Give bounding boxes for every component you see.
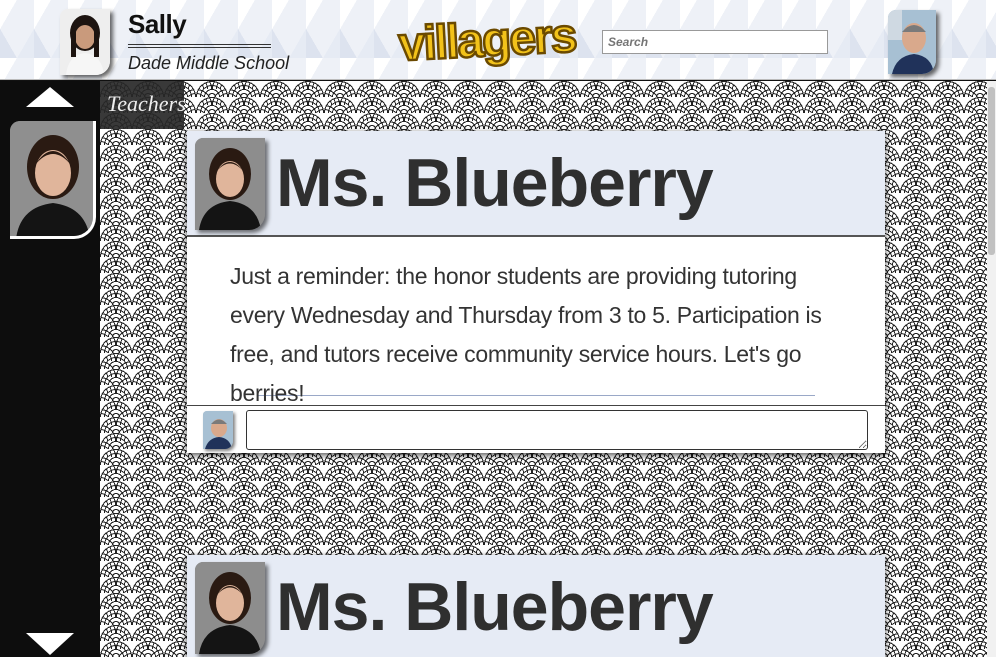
- section-label: Teachers: [100, 81, 186, 129]
- user-name-divider: [128, 44, 271, 48]
- top-header: Sally Dade Middle School villagers: [0, 0, 996, 80]
- account-avatar[interactable]: [888, 10, 936, 74]
- post-header: Ms. Blueberry: [187, 131, 885, 237]
- post-author-name[interactable]: Ms. Blueberry: [276, 567, 714, 647]
- comment-row: [187, 405, 885, 453]
- scrollbar-thumb[interactable]: [988, 87, 995, 255]
- user-school: Dade Middle School: [128, 53, 290, 73]
- post-card: Ms. Blueberry: [187, 555, 885, 657]
- account-photo-icon: [203, 411, 233, 449]
- user-photo-icon: [60, 9, 110, 75]
- user-avatar[interactable]: [60, 9, 110, 75]
- commenter-avatar: [203, 411, 233, 449]
- search-input[interactable]: [602, 30, 828, 54]
- post-author-avatar[interactable]: [195, 138, 265, 230]
- scroll-up-arrow-icon[interactable]: [26, 87, 74, 107]
- logo-text: villagers: [397, 10, 577, 70]
- sidebar-teacher-avatar[interactable]: [10, 121, 96, 239]
- teacher-photo-icon: [195, 562, 265, 654]
- post-author-name[interactable]: Ms. Blueberry: [276, 143, 714, 223]
- post-header: Ms. Blueberry: [187, 555, 885, 657]
- feed-area: Teachers Ms. Blueberry Just a reminder: …: [100, 81, 987, 657]
- post-body: Just a reminder: the honor students are …: [230, 263, 822, 406]
- post-separator: [257, 395, 815, 405]
- page-scrollbar[interactable]: [987, 81, 996, 657]
- scroll-down-arrow-icon[interactable]: [26, 633, 74, 655]
- villagers-logo[interactable]: villagers: [392, 10, 582, 70]
- user-name[interactable]: Sally: [128, 9, 187, 40]
- comment-input[interactable]: [246, 410, 868, 450]
- account-photo-icon: [888, 10, 936, 74]
- post-author-avatar[interactable]: [195, 562, 265, 654]
- teacher-photo-icon: [10, 121, 93, 236]
- teacher-photo-icon: [195, 138, 265, 230]
- left-sidebar: [0, 81, 100, 657]
- post-card: Ms. Blueberry Just a reminder: the honor…: [187, 131, 885, 453]
